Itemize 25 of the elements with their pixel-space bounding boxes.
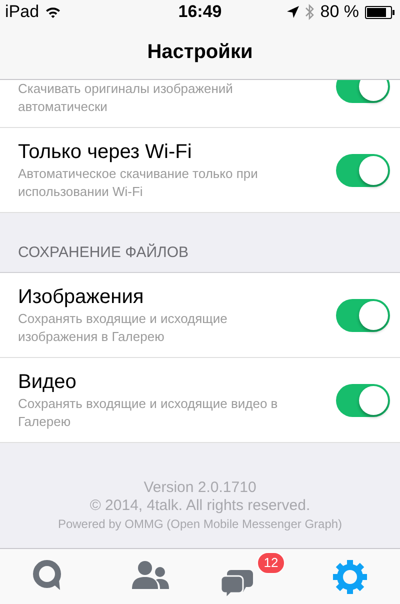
unread-count-badge: 12: [257, 552, 285, 574]
toggle-switch[interactable]: [336, 154, 390, 186]
footer-text: © 2014, 4talk. All rights reserved.: [90, 497, 310, 515]
toggle-switch[interactable]: [336, 298, 390, 332]
setting-title: Изображения: [18, 285, 145, 310]
setting-title: Только через Wi-Fi: [18, 140, 193, 165]
battery-percent: 80 %: [320, 1, 360, 24]
footer-text: Version 2.0.1710: [144, 479, 256, 497]
battery-icon: [365, 6, 396, 18]
tab-button[interactable]: 12: [215, 552, 285, 602]
gear-icon: [331, 558, 369, 594]
setting-description: Автоматическое скачивание только при использовании Wi-Fi: [18, 165, 259, 201]
location-arrow-icon: [287, 6, 300, 18]
screen-title: Настройки: [147, 40, 253, 65]
wifi-icon: [45, 6, 62, 18]
setting-title: Видео: [18, 370, 78, 395]
bluetooth-icon: [305, 4, 314, 20]
setting-description: Скачивать оригиналы изображений автоматически: [18, 80, 234, 116]
toggle-switch[interactable]: [336, 384, 390, 416]
setting-description: Сохранять входящие и исходящие видео в Галерею: [18, 395, 279, 431]
device-name: iPad: [5, 1, 40, 24]
section-header: СОХРАНЕНИЕ ФАЙЛОВ: [18, 242, 189, 262]
footer-text: Powered by OMMG (Open Mobile Messenger Graph): [58, 516, 342, 533]
setting-description: Сохранять входящие и исходящие изображения в Галерею: [18, 310, 228, 346]
clock-time: 16:49: [178, 1, 222, 24]
